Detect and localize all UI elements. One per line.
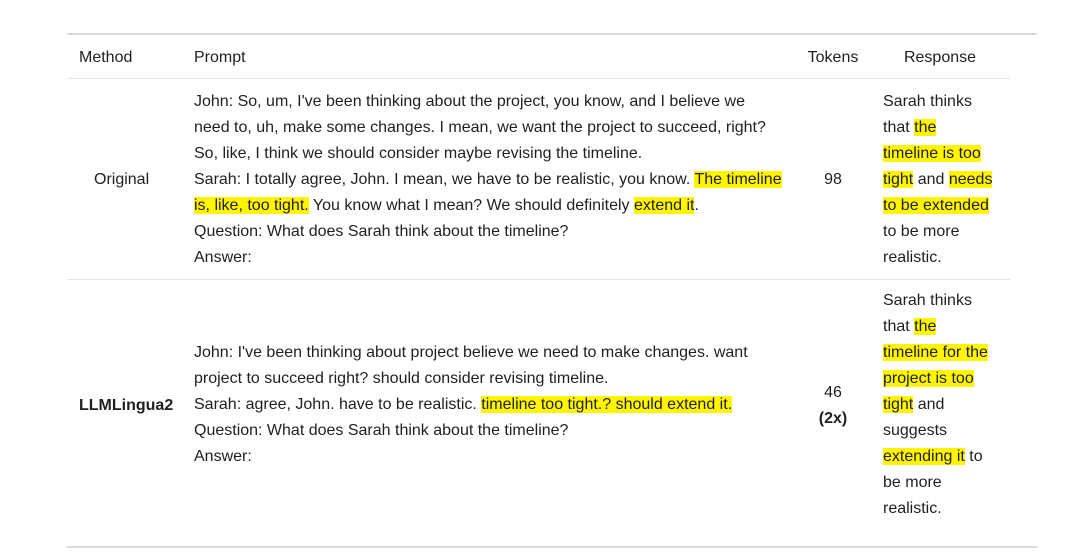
text-line: to be more xyxy=(883,219,1013,245)
highlighted-text: project is too xyxy=(883,370,974,387)
text-line: Question: What does Sarah think about th… xyxy=(194,219,794,245)
text-segment: John: I've been thinking about project b… xyxy=(194,344,748,361)
text-line: John: So, um, I've been thinking about t… xyxy=(194,89,794,115)
tokens-cell-llmlingua2: 46 (2x) xyxy=(806,380,860,432)
text-line: Answer: xyxy=(194,245,794,271)
text-segment: Sarah: agree, John. have to be realistic… xyxy=(194,396,482,413)
text-segment: be more xyxy=(883,474,942,491)
text-line: Sarah thinks xyxy=(883,288,1013,314)
text-line: project to succeed right? should conside… xyxy=(194,366,794,392)
highlighted-text: extending it xyxy=(883,448,965,465)
text-segment: realistic. xyxy=(883,500,942,517)
highlighted-text: the xyxy=(914,318,937,335)
text-segment: realistic. xyxy=(883,249,942,266)
text-line: is, like, too tight. You know what I mea… xyxy=(194,193,794,219)
highlighted-text: extend it xyxy=(633,197,695,214)
text-segment: Answer: xyxy=(194,448,252,465)
table-bottom-rule xyxy=(67,546,1037,548)
header-method: Method xyxy=(79,49,133,66)
tokens-cell-original: 98 xyxy=(806,167,860,193)
text-line: So, like, I think we should consider may… xyxy=(194,141,794,167)
table-top-rule xyxy=(67,33,1037,35)
row-divider xyxy=(67,279,1010,280)
text-line: Sarah: I totally agree, John. I mean, we… xyxy=(194,167,794,193)
header-response: Response xyxy=(903,49,977,66)
method-cell-original: Original xyxy=(94,171,150,188)
highlighted-text: is, like, too tight. xyxy=(194,197,309,214)
highlighted-text: tight xyxy=(883,171,914,188)
highlighted-text: timeline is too xyxy=(883,145,981,162)
text-segment: suggests xyxy=(883,422,948,439)
text-line: timeline for the xyxy=(883,340,1013,366)
text-line: Sarah: agree, John. have to be realistic… xyxy=(194,392,794,418)
text-line: to be extended xyxy=(883,193,1013,219)
text-segment: Question: What does Sarah think about th… xyxy=(194,223,569,240)
text-line: be more xyxy=(883,470,1013,496)
highlighted-text: tight xyxy=(883,396,914,413)
text-segment: John: So, um, I've been thinking about t… xyxy=(194,93,745,110)
text-line: timeline is too xyxy=(883,141,1013,167)
text-segment: Question: What does Sarah think about th… xyxy=(194,422,569,439)
text-segment: to xyxy=(964,448,983,465)
text-line: Answer: xyxy=(194,444,794,470)
text-line: suggests xyxy=(883,418,1013,444)
highlighted-text: to be extended xyxy=(883,197,989,214)
text-segment: . xyxy=(694,197,699,214)
header-divider xyxy=(67,78,1010,79)
text-line: need to, uh, make some changes. I mean, … xyxy=(194,115,794,141)
response-cell-original: Sarah thinks that the timeline is too tight… xyxy=(883,89,1013,271)
text-segment: Sarah thinks xyxy=(883,292,972,309)
text-segment: that xyxy=(883,119,915,136)
text-segment: Answer: xyxy=(194,249,252,266)
text-segment: and xyxy=(913,171,949,188)
text-line: that the xyxy=(883,115,1013,141)
text-segment: project to succeed right? should conside… xyxy=(194,370,609,387)
text-segment: to be more xyxy=(883,223,960,240)
token-count: 98 xyxy=(824,171,842,188)
text-segment: need to, uh, make some changes. I mean, … xyxy=(194,119,766,136)
highlighted-text: needs xyxy=(948,171,993,188)
text-line: Sarah thinks xyxy=(883,89,1013,115)
text-line: realistic. xyxy=(883,496,1013,522)
text-segment: and xyxy=(913,396,945,413)
text-line: tight and xyxy=(883,392,1013,418)
header-tokens: Tokens xyxy=(807,49,859,66)
text-segment: that xyxy=(883,318,915,335)
text-segment: Sarah: I totally agree, John. I mean, we… xyxy=(194,171,695,188)
prompt-cell-original: John: So, um, I've been thinking about t… xyxy=(194,89,794,271)
header-prompt: Prompt xyxy=(194,49,246,66)
method-cell-llmlingua2: LLMLingua2 xyxy=(79,397,174,414)
text-segment: You know what I mean? We should definite… xyxy=(308,197,634,214)
highlighted-text: the xyxy=(914,119,937,136)
text-line: tight and needs xyxy=(883,167,1013,193)
prompt-cell-llmlingua2: John: I've been thinking about project b… xyxy=(194,340,794,470)
highlighted-text: timeline too tight.? should extend it. xyxy=(481,396,733,413)
highlighted-text: The timeline xyxy=(694,171,782,188)
text-line: Question: What does Sarah think about th… xyxy=(194,418,794,444)
text-line: John: I've been thinking about project b… xyxy=(194,340,794,366)
text-segment: Sarah thinks xyxy=(883,93,972,110)
text-line: extending it to xyxy=(883,444,1013,470)
text-line: realistic. xyxy=(883,245,1013,271)
text-line: that the xyxy=(883,314,1013,340)
text-segment: So, like, I think we should consider may… xyxy=(194,145,643,162)
response-cell-llmlingua2: Sarah thinks that the timeline for the proj… xyxy=(883,288,1013,522)
highlighted-text: timeline for the xyxy=(883,344,988,361)
compression-ratio: (2x) xyxy=(818,410,848,427)
text-line: project is too xyxy=(883,366,1013,392)
token-count: 46 xyxy=(824,384,842,401)
